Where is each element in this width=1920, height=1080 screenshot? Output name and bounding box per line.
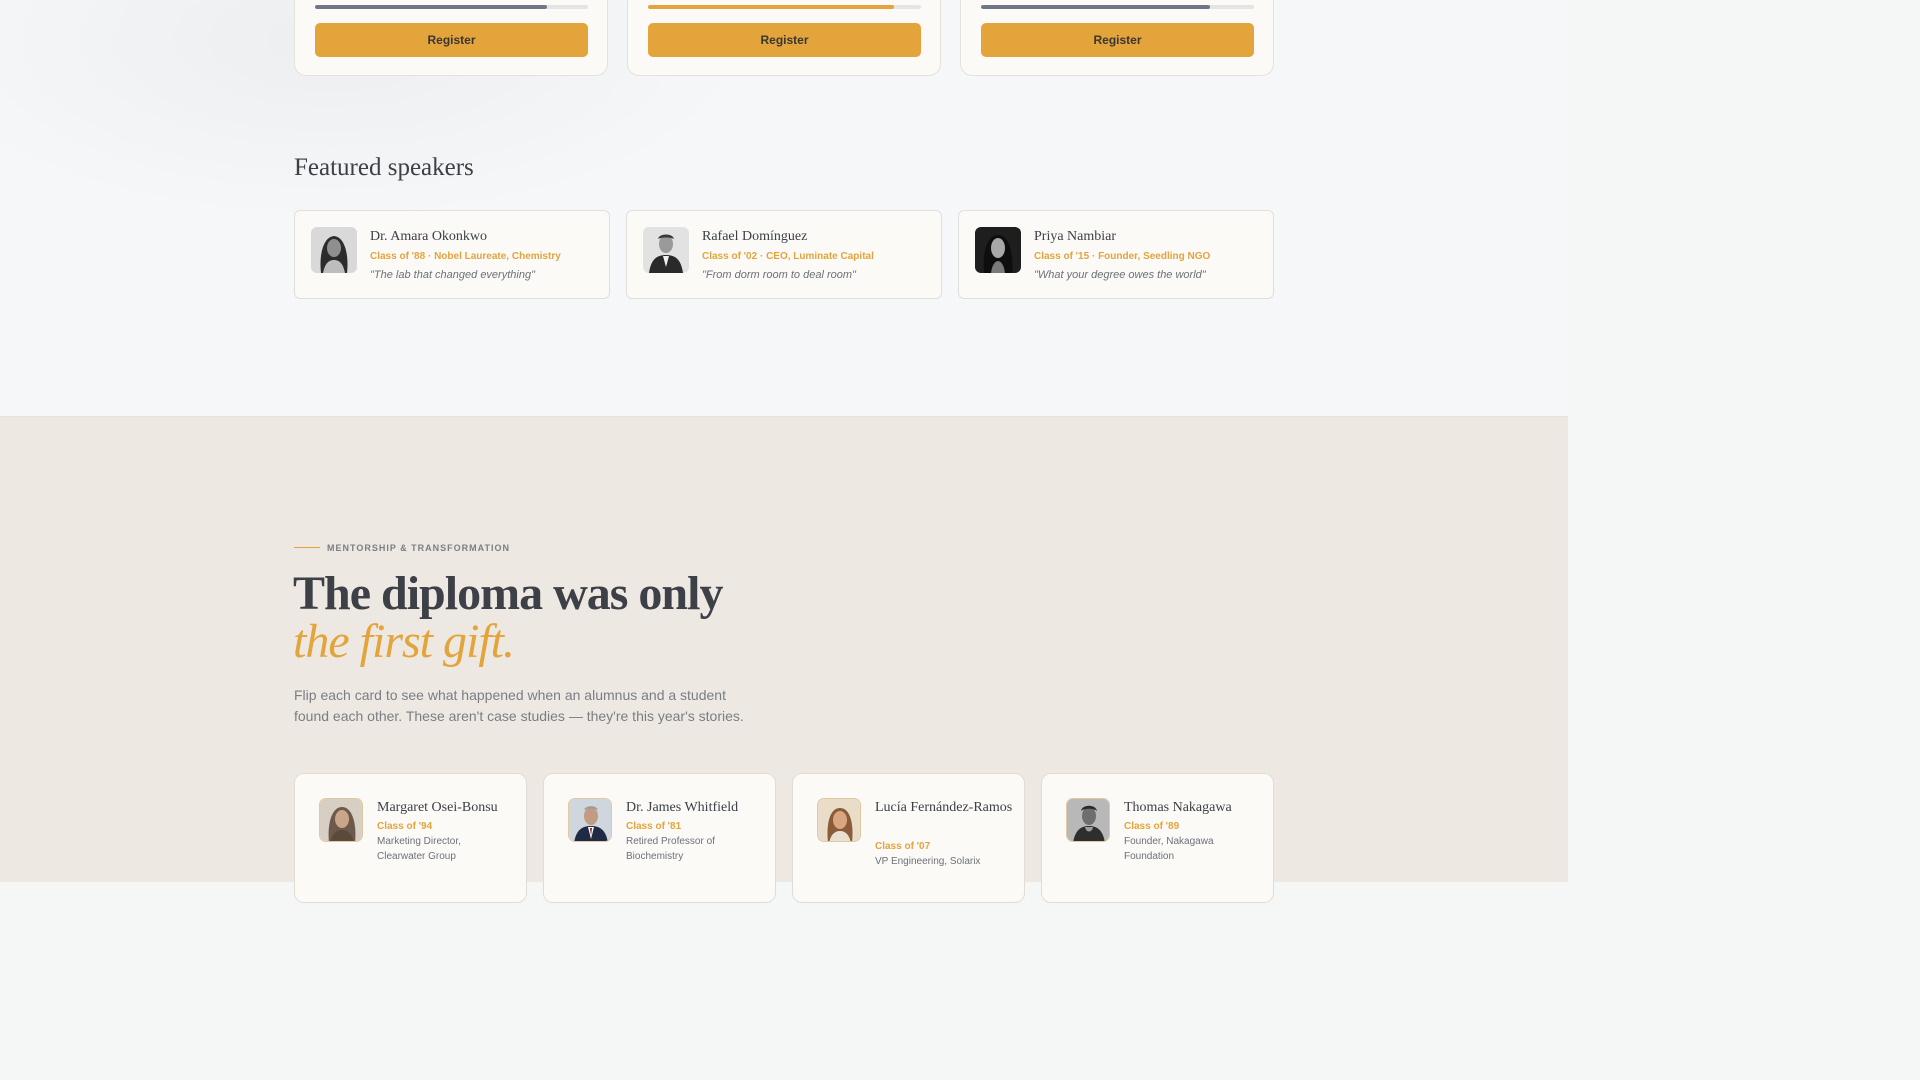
speaker-meta: Class of '15 · Founder, Seedling NGO: [1034, 251, 1211, 262]
mentor-role: Marketing Director, Clearwater Group: [377, 836, 461, 862]
speaker-card[interactable]: Dr. Amara Okonkwo Class of '88 · Nobel L…: [294, 210, 610, 299]
mentor-name: Thomas Nakagawa: [1124, 800, 1232, 815]
events-section: Register Register Register Featured spea…: [0, 0, 1568, 416]
speaker-meta: Class of '02 · CEO, Luminate Capital: [702, 251, 874, 262]
featured-speakers-title: Featured speakers: [294, 154, 474, 181]
mentor-class: Class of '07: [875, 841, 931, 852]
mentor-role: VP Engineering, Solarix: [875, 856, 981, 867]
event-card: Register: [294, 0, 608, 76]
capacity-progress-bar: [648, 5, 921, 9]
headline: The diploma was only: [293, 567, 723, 620]
mentor-photo: [568, 798, 612, 842]
mentor-flip-card[interactable]: Lucía Fernández-Ramos Class of '07 VP En…: [792, 773, 1025, 903]
speaker-quote: "From dorm room to deal room": [702, 269, 856, 281]
speaker-card[interactable]: Priya Nambiar Class of '15 · Founder, Se…: [958, 210, 1274, 299]
speaker-photo: [975, 227, 1021, 273]
section-eyebrow: MENTORSHIP & TRANSFORMATION: [327, 543, 511, 553]
event-card: Register: [960, 0, 1274, 76]
register-button[interactable]: Register: [315, 23, 588, 57]
capacity-progress-bar: [315, 5, 588, 9]
mentor-name: Dr. James Whitfield: [626, 800, 739, 815]
speaker-photo: [643, 227, 689, 273]
headline-accent: the first gift.: [293, 615, 515, 668]
speaker-meta: Class of '88 · Nobel Laureate, Chemistry: [370, 251, 561, 262]
mentor-class: Class of '81: [626, 821, 682, 832]
speaker-name: Rafael Domínguez: [702, 229, 808, 244]
capacity-progress-fill: [315, 5, 548, 9]
mentor-class: Class of '94: [377, 821, 433, 832]
mentor-flip-card[interactable]: Dr. James Whitfield Class of '81 Retired…: [543, 773, 776, 903]
mentor-class: Class of '89: [1124, 821, 1180, 832]
capacity-progress-fill: [981, 5, 1211, 9]
mentor-flip-card[interactable]: Margaret Osei-Bonsu Class of '94 Marketi…: [294, 773, 527, 903]
mentor-name: Margaret Osei-Bonsu: [377, 800, 498, 815]
event-card: Register: [627, 0, 941, 76]
section-description: Flip each card to see what happened when…: [294, 687, 744, 724]
speaker-quote: "What your degree owes the world": [1034, 269, 1206, 281]
mentor-flip-card[interactable]: Thomas Nakagawa Class of '89 Founder, Na…: [1041, 773, 1274, 903]
capacity-progress-bar: [981, 5, 1254, 9]
speaker-name: Dr. Amara Okonkwo: [370, 229, 488, 244]
register-button[interactable]: Register: [648, 23, 921, 57]
speaker-quote: "The lab that changed everything": [370, 269, 535, 281]
speaker-name: Priya Nambiar: [1034, 229, 1117, 244]
mentor-name: Lucía Fernández-Ramos: [875, 800, 1013, 815]
mentor-photo: [817, 798, 861, 842]
speaker-photo: [311, 227, 357, 273]
mentorship-section: [0, 416, 1568, 882]
speaker-card[interactable]: Rafael Domínguez Class of '02 · CEO, Lum…: [626, 210, 942, 299]
mentor-photo: [1066, 798, 1110, 842]
mentor-role: Retired Professor of Biochemistry: [626, 836, 715, 862]
register-button[interactable]: Register: [981, 23, 1254, 57]
capacity-progress-fill: [648, 5, 894, 9]
eyebrow-divider: [294, 547, 320, 548]
mentor-role: Founder, Nakagawa Foundation: [1124, 836, 1214, 862]
mentor-photo: [319, 798, 363, 842]
